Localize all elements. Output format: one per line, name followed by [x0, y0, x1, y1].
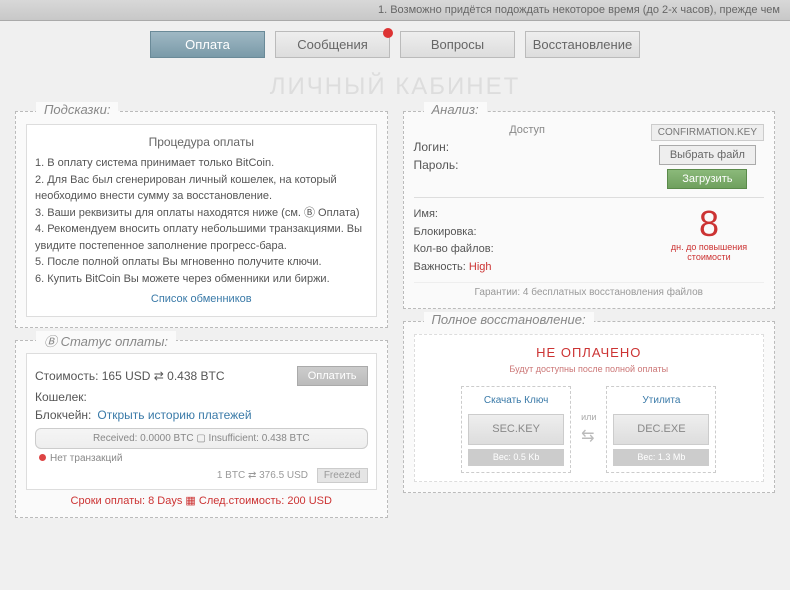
- hint-line: 3. Ваши реквизиты для оплаты находятся н…: [35, 205, 368, 222]
- freeze-badge: Freezed: [317, 468, 368, 483]
- exchange-rate: 1 BTC ⇄ 376.5 USD Freezed: [35, 470, 368, 481]
- cost-label: Стоимость: 165 USD ⇄ 0.438 BTC: [35, 369, 225, 383]
- not-paid-sub: Будут доступны после полной оплаты: [423, 363, 756, 377]
- tab-restore[interactable]: Восстановление: [525, 31, 640, 58]
- rate-text: 1 BTC ⇄ 376.5 USD: [217, 470, 308, 481]
- or-label: или: [581, 411, 596, 425]
- util-size: Вес: 1.3 Mb: [613, 449, 709, 467]
- util-file: DEC.EXE: [613, 414, 709, 445]
- notification-badge-icon: [383, 28, 393, 38]
- download-util-box[interactable]: Утилита DEC.EXE Вес: 1.3 Mb: [606, 386, 716, 473]
- hints-panel: Подсказки: Процедура оплаты 1. В оплату …: [15, 111, 388, 328]
- name-label: Имя:: [414, 206, 655, 224]
- importance-row: Важность: High: [414, 259, 655, 277]
- analysis-panel: Анализ: Доступ Логин: Пароль: CONFIRMATI…: [403, 111, 776, 309]
- hint-line: 5. После полной оплаты Вы мгновенно полу…: [35, 254, 368, 271]
- status-panel: Ⓑ Статус оплаты: Стоимость: 165 USD ⇄ 0.…: [15, 340, 388, 518]
- no-transactions: Нет транзакций: [35, 451, 368, 470]
- payment-progress: Received: 0.0000 BTC ▢ Insufficient: 0.4…: [35, 428, 368, 449]
- status-dot-icon: [39, 454, 46, 461]
- choose-file-button[interactable]: Выбрать файл: [659, 145, 756, 165]
- deadline-text: Сроки оплаты: 8 Days ▦ След.стоимость: 2…: [26, 494, 377, 507]
- importance-value: High: [469, 261, 492, 273]
- tab-bar: Оплата Сообщения Вопросы Восстановление: [0, 21, 790, 68]
- confirmation-key-label: CONFIRMATION.KEY: [651, 124, 764, 141]
- hints-title: Подсказки:: [36, 102, 118, 117]
- hint-line: 2. Для Вас был сгенерирован личный кошел…: [35, 172, 368, 205]
- tab-messages-label: Сообщения: [297, 37, 368, 52]
- restore-panel: Полное восстановление: НЕ ОПЛАЧЕНО Будут…: [403, 321, 776, 493]
- exchangers-link[interactable]: Список обменников: [35, 291, 368, 308]
- password-label: Пароль:: [414, 158, 459, 172]
- access-heading: Доступ: [414, 124, 641, 136]
- hint-line: 6. Купить BitCoin Вы можете через обменн…: [35, 271, 368, 288]
- tab-payment[interactable]: Оплата: [150, 31, 265, 58]
- block-label: Блокировка:: [414, 224, 655, 242]
- top-notice: 1. Возможно придётся подождать некоторое…: [0, 0, 790, 21]
- key-size: Вес: 0.5 Kb: [468, 449, 564, 467]
- login-label: Логин:: [414, 140, 450, 154]
- hint-line: 4. Рекомендуем вносить оплату небольшими…: [35, 221, 368, 254]
- download-key-box[interactable]: Скачать Ключ SEC.KEY Вес: 0.5 Kb: [461, 386, 571, 473]
- days-count: 8: [654, 206, 764, 242]
- wallet-label: Кошелек:: [35, 390, 87, 404]
- hint-line: 1. В оплату система принимает только Bit…: [35, 155, 368, 172]
- restore-title: Полное восстановление:: [424, 312, 594, 327]
- status-title: Ⓑ Статус оплаты:: [36, 331, 176, 350]
- blockchain-history-link[interactable]: Открыть историю платежей: [97, 408, 251, 422]
- page-title: ЛИЧНЫЙ КАБИНЕТ: [0, 73, 790, 101]
- days-label: дн. до повышения стоимости: [654, 242, 764, 262]
- key-file: SEC.KEY: [468, 414, 564, 445]
- pay-button[interactable]: Оплатить: [297, 366, 368, 386]
- tab-questions[interactable]: Вопросы: [400, 31, 515, 58]
- key-label: Скачать Ключ: [468, 393, 564, 408]
- hints-body: Процедура оплаты 1. В оплату система при…: [26, 124, 377, 317]
- not-paid-label: НЕ ОПЛАЧЕНО: [423, 343, 756, 363]
- util-label: Утилита: [613, 393, 709, 408]
- no-tx-text: Нет транзакций: [50, 453, 122, 464]
- swap-icon: ⇆: [581, 425, 596, 449]
- files-label: Кол-во файлов:: [414, 241, 655, 259]
- importance-label: Важность:: [414, 261, 466, 273]
- upload-button[interactable]: Загрузить: [667, 169, 747, 189]
- blockchain-label: Блокчейн:: [35, 408, 91, 422]
- tab-messages[interactable]: Сообщения: [275, 31, 390, 58]
- hints-heading: Процедура оплаты: [35, 133, 368, 151]
- analysis-title: Анализ:: [424, 102, 487, 117]
- guarantee-text: Гарантии: 4 бесплатных восстановления фа…: [414, 282, 765, 298]
